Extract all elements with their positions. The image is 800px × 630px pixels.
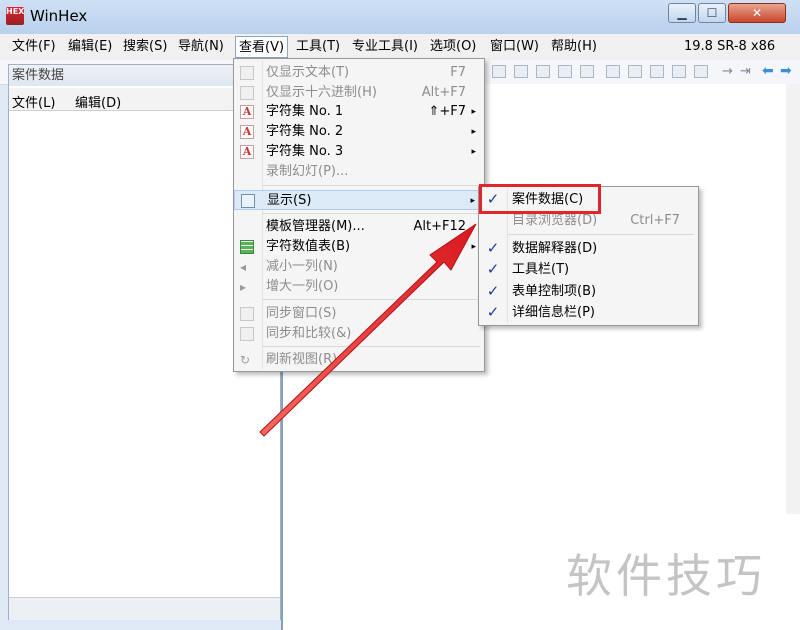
view-char-table-item[interactable]: 字符数值表(B) ▸ (234, 237, 484, 257)
minimize-button[interactable]: ▁ (668, 3, 696, 23)
view-charset-1-item[interactable]: A 字符集 No. 1 ⇑+F7 ▸ (234, 102, 484, 122)
charset-icon: A (240, 105, 254, 119)
vertical-scrollbar[interactable] (786, 84, 800, 514)
view-template-manager-item[interactable]: 模板管理器(M)... Alt+F12 (234, 217, 484, 237)
refresh-icon: ↻ (240, 353, 251, 367)
case-menu-edit[interactable]: 编辑(D) (75, 92, 121, 111)
check-icon: ✓ (486, 260, 500, 278)
find-icon[interactable] (606, 65, 620, 78)
check-icon: ✓ (486, 239, 500, 257)
charset-icon: A (240, 125, 254, 139)
clipboard-icon[interactable] (536, 65, 550, 78)
view-sync-compare-item[interactable]: 同步和比较(&) (234, 324, 484, 344)
submenu-arrow-icon: ▸ (471, 107, 476, 117)
menu-separator (262, 213, 480, 214)
copy-icon[interactable] (492, 65, 506, 78)
grow-icon: ▸ (240, 280, 247, 294)
view-charset-2-item[interactable]: A 字符集 No. 2 ▸ (234, 122, 484, 142)
shrink-icon: ◂ (240, 260, 247, 274)
goto-offset-icon[interactable]: → (722, 64, 733, 79)
display-details-pane-item[interactable]: ✓ 详细信息栏(P) (479, 302, 698, 323)
replace-hex-icon[interactable] (672, 65, 686, 78)
submenu-arrow-icon: ▸ (471, 242, 476, 252)
table-icon (240, 240, 254, 254)
check-icon: ✓ (486, 282, 500, 300)
checkbox-icon (240, 86, 254, 100)
goto-sector-icon[interactable]: ⇥ (740, 64, 751, 79)
winhex-logo-icon: HEX (6, 7, 24, 25)
menu-help[interactable]: 帮助(H) (549, 38, 599, 56)
watermark-text: 软件技巧 (566, 549, 766, 603)
view-sync-windows-item[interactable]: 同步窗口(S) (234, 304, 484, 324)
view-record-slideshow-item[interactable]: 录制幻灯(P)... (234, 162, 484, 182)
menu-separator (262, 299, 480, 300)
back-icon[interactable]: ⬅ (762, 63, 774, 79)
menu-file[interactable]: 文件(F) (10, 38, 58, 56)
menu-separator (508, 234, 694, 235)
close-button[interactable]: ✕ (728, 3, 786, 23)
menu-separator (262, 346, 480, 347)
view-display-item[interactable]: 显示(S) ▸ (234, 190, 484, 210)
replace-icon[interactable] (650, 65, 664, 78)
view-fewer-columns-item[interactable]: ◂ 减小一列(N) (234, 257, 484, 277)
display-toolbar-item[interactable]: ✓ 工具栏(T) (479, 259, 698, 280)
forward-icon[interactable]: ➡ (780, 63, 792, 79)
maximize-icon: ☐ (706, 6, 718, 20)
binary-icon[interactable] (558, 65, 572, 78)
minimize-icon: ▁ (677, 6, 687, 20)
menu-navigate[interactable]: 导航(N) (176, 38, 226, 56)
display-tab-control-item[interactable]: ✓ 表单控制项(B) (479, 281, 698, 302)
menu-view[interactable]: 查看(V) (235, 36, 289, 58)
submenu-arrow-icon: ▸ (470, 196, 475, 206)
view-charset-3-item[interactable]: A 字符集 No. 3 ▸ (234, 142, 484, 162)
menu-window[interactable]: 窗口(W) (488, 38, 541, 56)
window-title: WinHex (30, 7, 88, 25)
display-icon (241, 194, 255, 208)
case-menu-file[interactable]: 文件(L) (12, 92, 55, 111)
submenu-arrow-icon: ▸ (471, 147, 476, 157)
view-refresh-item[interactable]: ↻ 刷新视图(R) (234, 350, 484, 370)
check-icon: ✓ (486, 303, 500, 321)
menu-edit[interactable]: 编辑(E) (66, 38, 114, 56)
view-text-only-item[interactable]: 仅显示文本(T) F7 (234, 63, 484, 83)
menu-tools[interactable]: 工具(T) (294, 38, 342, 56)
paste-icon[interactable] (514, 65, 528, 78)
menu-specialist-tools[interactable]: 专业工具(I) (350, 38, 420, 56)
submenu-arrow-icon: ▸ (471, 127, 476, 137)
annotation-highlight-box (479, 184, 601, 214)
menu-search[interactable]: 搜索(S) (121, 38, 169, 56)
hex-icon[interactable] (580, 65, 594, 78)
checkbox-icon (240, 66, 254, 80)
charset-icon: A (240, 145, 254, 159)
menu-options[interactable]: 选项(O) (428, 38, 478, 56)
display-data-interpreter-item[interactable]: ✓ 数据解释器(D) (479, 238, 698, 259)
case-status-bar (9, 597, 280, 620)
find-next-icon[interactable] (694, 65, 708, 78)
view-hex-only-item[interactable]: 仅显示十六进制(H) Alt+F7 (234, 83, 484, 103)
view-more-columns-item[interactable]: ▸ 增大一列(O) (234, 277, 484, 297)
version-label: 19.8 SR-8 x86 (684, 39, 776, 54)
find-hex-icon[interactable] (628, 65, 642, 78)
maximize-button[interactable]: ☐ (698, 3, 726, 23)
checkbox-icon (240, 307, 254, 321)
close-icon: ✕ (751, 6, 763, 20)
menu-separator (262, 185, 480, 186)
checkbox-icon (240, 327, 254, 341)
